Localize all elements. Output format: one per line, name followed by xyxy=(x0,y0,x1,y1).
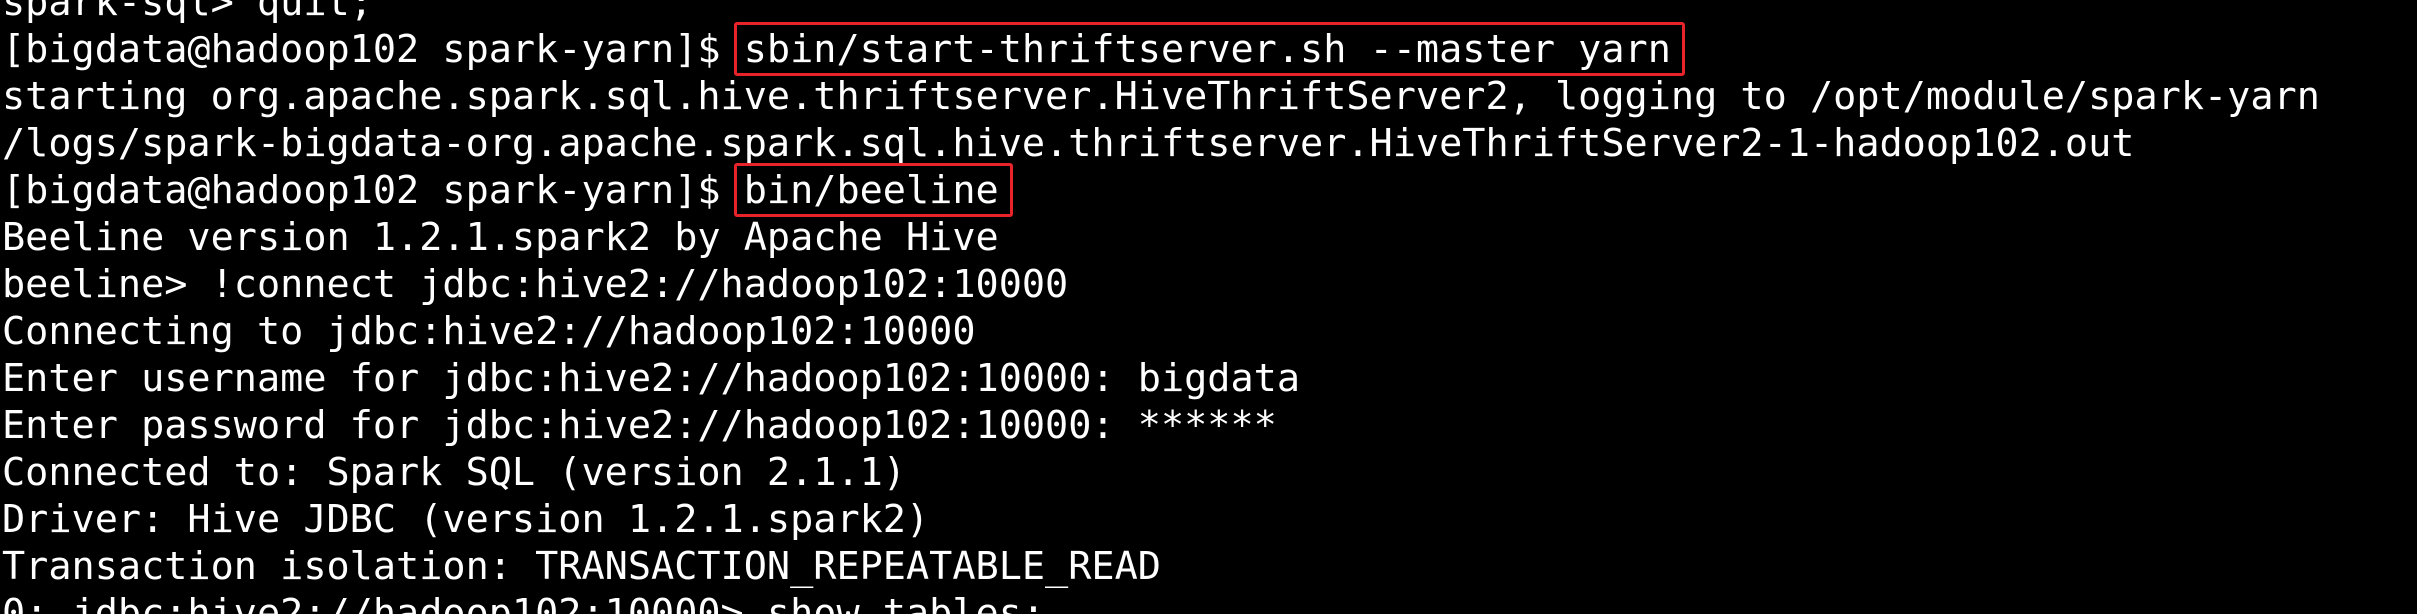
terminal-prompt-line: [bigdata@hadoop102 spark-yarn]$ sbin/sta… xyxy=(2,22,1686,76)
terminal-line: Connecting to jdbc:hive2://hadoop102:100… xyxy=(2,309,976,354)
terminal-line: beeline> !connect jdbc:hive2://hadoop102… xyxy=(2,262,1069,307)
terminal-line: Enter password for jdbc:hive2://hadoop10… xyxy=(2,403,1277,448)
terminal-line: Transaction isolation: TRANSACTION_REPEA… xyxy=(2,544,1161,589)
terminal-prompt-line: [bigdata@hadoop102 spark-yarn]$ bin/beel… xyxy=(2,163,1013,217)
terminal-line: 0: jdbc:hive2://hadoop102:10000> show ta… xyxy=(2,591,1046,614)
terminal-line: /logs/spark-bigdata-org.apache.spark.sql… xyxy=(2,121,2135,166)
terminal-line: starting org.apache.spark.sql.hive.thrif… xyxy=(2,74,2320,119)
terminal-line: Driver: Hive JDBC (version 1.2.1.spark2) xyxy=(2,497,930,542)
terminal-line: Connected to: Spark SQL (version 2.1.1) xyxy=(2,450,906,495)
terminal-window[interactable]: spark-sql> quit; [bigdata@hadoop102 spar… xyxy=(0,0,2417,614)
highlighted-command: sbin/start-thriftserver.sh --master yarn xyxy=(733,22,1686,76)
terminal-line: Beeline version 1.2.1.spark2 by Apache H… xyxy=(2,215,999,260)
terminal-line: Enter username for jdbc:hive2://hadoop10… xyxy=(2,356,1301,401)
terminal-line: spark-sql> quit; xyxy=(2,0,373,25)
highlighted-command: bin/beeline xyxy=(733,163,1013,217)
shell-prompt: [bigdata@hadoop102 spark-yarn]$ xyxy=(2,27,744,72)
shell-prompt: [bigdata@hadoop102 spark-yarn]$ xyxy=(2,168,744,213)
